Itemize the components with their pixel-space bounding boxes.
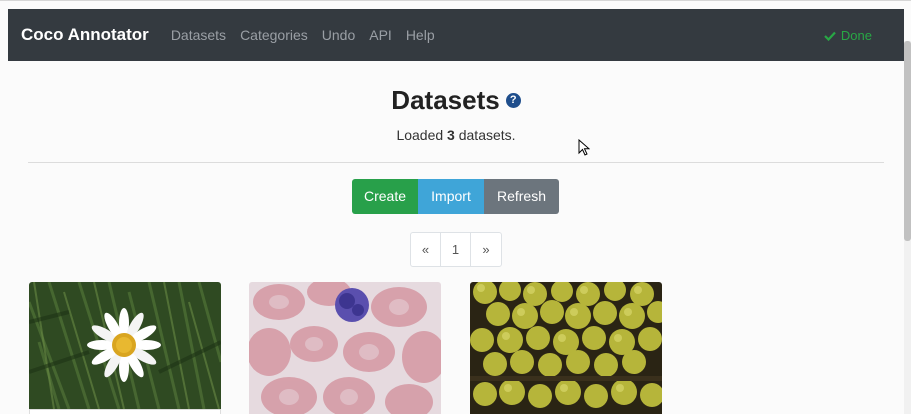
nav-link-undo[interactable]: Undo <box>322 27 355 43</box>
page-title: Datasets <box>391 85 500 115</box>
loaded-count: 3 <box>447 127 455 143</box>
brand-logo[interactable]: Coco Annotator <box>21 25 149 45</box>
daisy-thumbnail <box>29 282 221 410</box>
main-content: Datasets? Loaded 3 datasets. Create Impo… <box>8 61 904 414</box>
dataset-card-cells[interactable] <box>249 282 441 414</box>
nav-link-help[interactable]: Help <box>406 27 435 43</box>
page-heading: Datasets? <box>8 85 904 116</box>
divider <box>28 162 884 163</box>
page-next-button[interactable]: » <box>471 233 501 266</box>
mouse-cursor-icon <box>578 139 590 156</box>
question-circle-icon[interactable]: ? <box>505 92 521 108</box>
loaded-prefix: Loaded <box>396 127 448 143</box>
navbar: Coco Annotator Datasets Categories Undo … <box>8 9 904 61</box>
check-icon <box>824 31 836 41</box>
card-footer <box>29 409 221 414</box>
blood-cells-thumbnail <box>249 282 441 414</box>
app-window: Coco Annotator Datasets Categories Undo … <box>0 0 911 414</box>
status-indicator: Done <box>824 28 872 43</box>
loaded-summary: Loaded 3 datasets. <box>8 127 904 143</box>
scrollbar-thumb[interactable] <box>904 41 911 241</box>
loaded-suffix: datasets. <box>454 127 516 143</box>
action-button-group: Create Import Refresh <box>352 179 559 214</box>
pagination: « 1 » <box>410 232 502 267</box>
import-button[interactable]: Import <box>418 179 484 214</box>
page-prev-button[interactable]: « <box>411 233 441 266</box>
nav-link-categories[interactable]: Categories <box>240 27 308 43</box>
apples-thumbnail <box>470 282 662 414</box>
nav-link-api[interactable]: API <box>369 27 392 43</box>
dataset-card-daisy[interactable] <box>29 282 221 414</box>
page-number-button[interactable]: 1 <box>441 233 471 266</box>
nav-link-datasets[interactable]: Datasets <box>171 27 226 43</box>
refresh-button[interactable]: Refresh <box>484 179 559 214</box>
create-button[interactable]: Create <box>352 179 418 214</box>
status-text: Done <box>840 28 872 43</box>
dataset-card-apples[interactable] <box>470 282 662 414</box>
